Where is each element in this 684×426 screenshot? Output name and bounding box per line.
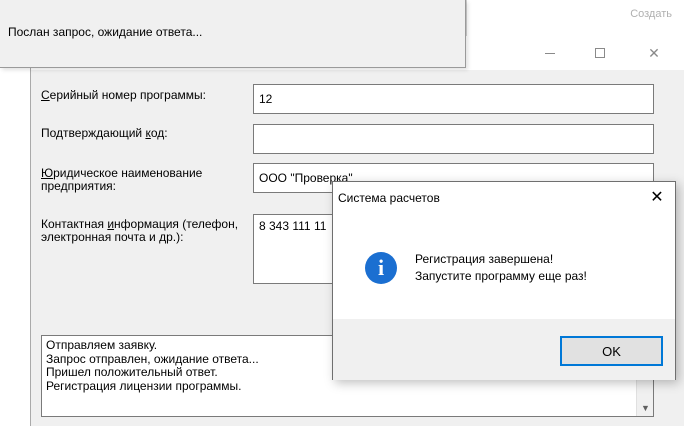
dialog-message-line: Регистрация завершена! [415,252,554,266]
minimize-button[interactable] [527,36,573,70]
message-dialog: Система расчетов ✕ i Регистрация заверше… [332,181,676,380]
screen: Создать ✕ Серийный номер программы: 12 П… [0,0,684,426]
log-line: Запрос отправлен, ожидание ответа... [46,351,259,366]
info-icon: i [365,252,397,284]
close-icon: ✕ [650,189,664,206]
status-popup: Послан запрос, ожидание ответа... [0,0,466,68]
company-name-label: Юридическое наименование предприятия: [41,166,203,193]
confirmation-code-input[interactable] [253,124,654,154]
maximize-icon [595,48,605,58]
minimize-icon [545,52,555,54]
serial-number-input[interactable]: 12 [253,84,654,114]
dialog-footer: OK [333,319,675,380]
serial-number-label: Серийный номер программы: [41,88,206,102]
dialog-message-line: Запустите программу еще раз! [415,269,587,283]
background-window: Создать [466,0,684,36]
close-icon: ✕ [648,44,660,61]
maximize-button[interactable] [577,36,623,70]
dialog-message: Регистрация завершена! Запустите програм… [415,251,587,285]
scroll-down-icon[interactable]: ▼ [637,399,654,416]
log-line: Отправляем заявку. [46,338,158,352]
status-popup-text: Послан запрос, ожидание ответа... [8,25,203,39]
confirmation-code-label: Подтверждающий код: [41,126,168,140]
dialog-titlebar: Система расчетов ✕ [333,182,675,212]
log-line: Пришел положительный ответ. [46,365,218,379]
ok-button[interactable]: OK [560,336,663,366]
dialog-close-button[interactable]: ✕ [639,182,675,212]
status-log-lines: Отправляем заявку. Запрос отправлен, ожи… [46,338,259,393]
close-button[interactable]: ✕ [631,36,677,70]
contact-info-label: Контактная информация (телефон, электрон… [41,217,239,244]
background-window-title: Создать [630,8,672,20]
dialog-title: Система расчетов [338,191,440,205]
log-line: Регистрация лицензии программы. [46,378,242,393]
